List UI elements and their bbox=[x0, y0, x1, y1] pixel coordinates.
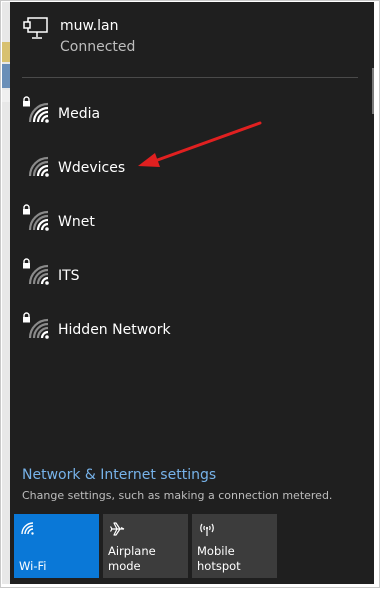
wifi-signal-icon bbox=[28, 264, 49, 285]
wifi-signal-icon bbox=[28, 102, 49, 123]
wifi-signal-icon bbox=[28, 210, 49, 231]
airplane-icon bbox=[109, 522, 125, 536]
wifi-signal-icon bbox=[28, 318, 49, 339]
desktop-background bbox=[2, 2, 10, 584]
connection-status: Connected bbox=[60, 39, 136, 55]
network-name: Media bbox=[58, 106, 101, 122]
connected-network-name: muw.lan bbox=[60, 18, 119, 34]
network-item-hidden-network[interactable]: Hidden Network bbox=[10, 304, 360, 358]
airplane-mode-button[interactable]: Airplane mode bbox=[103, 514, 188, 578]
settings-description: Change settings, such as making a connec… bbox=[22, 489, 333, 502]
network-name: ITS bbox=[58, 268, 80, 284]
scrollbar[interactable] bbox=[372, 68, 374, 114]
network-item-wdevices[interactable]: Wdevices bbox=[10, 142, 360, 196]
mobile-hotspot-button[interactable]: Mobile hotspot bbox=[192, 514, 277, 578]
network-item-media[interactable]: Media bbox=[10, 88, 360, 142]
network-flyout: muw.lan Connected Media Wdevices Wnet IT… bbox=[10, 2, 374, 584]
network-name: Wnet bbox=[58, 214, 95, 230]
network-name: Hidden Network bbox=[58, 322, 171, 338]
tile-label: Airplane mode bbox=[108, 544, 156, 573]
divider bbox=[22, 77, 358, 78]
tile-label: Mobile hotspot bbox=[197, 544, 241, 573]
hotspot-icon bbox=[200, 523, 214, 536]
wifi-icon bbox=[21, 522, 34, 535]
tile-label: Wi-Fi bbox=[19, 559, 47, 573]
network-internet-settings-link[interactable]: Network & Internet settings bbox=[22, 467, 216, 483]
network-name: Wdevices bbox=[58, 160, 126, 176]
wifi-toggle-button[interactable]: Wi-Fi bbox=[14, 514, 99, 578]
ethernet-computer-icon bbox=[23, 17, 48, 39]
network-item-its[interactable]: ITS bbox=[10, 250, 360, 304]
connected-network[interactable]: muw.lan Connected bbox=[10, 2, 360, 72]
wifi-signal-icon bbox=[28, 156, 49, 177]
network-item-wnet[interactable]: Wnet bbox=[10, 196, 360, 250]
